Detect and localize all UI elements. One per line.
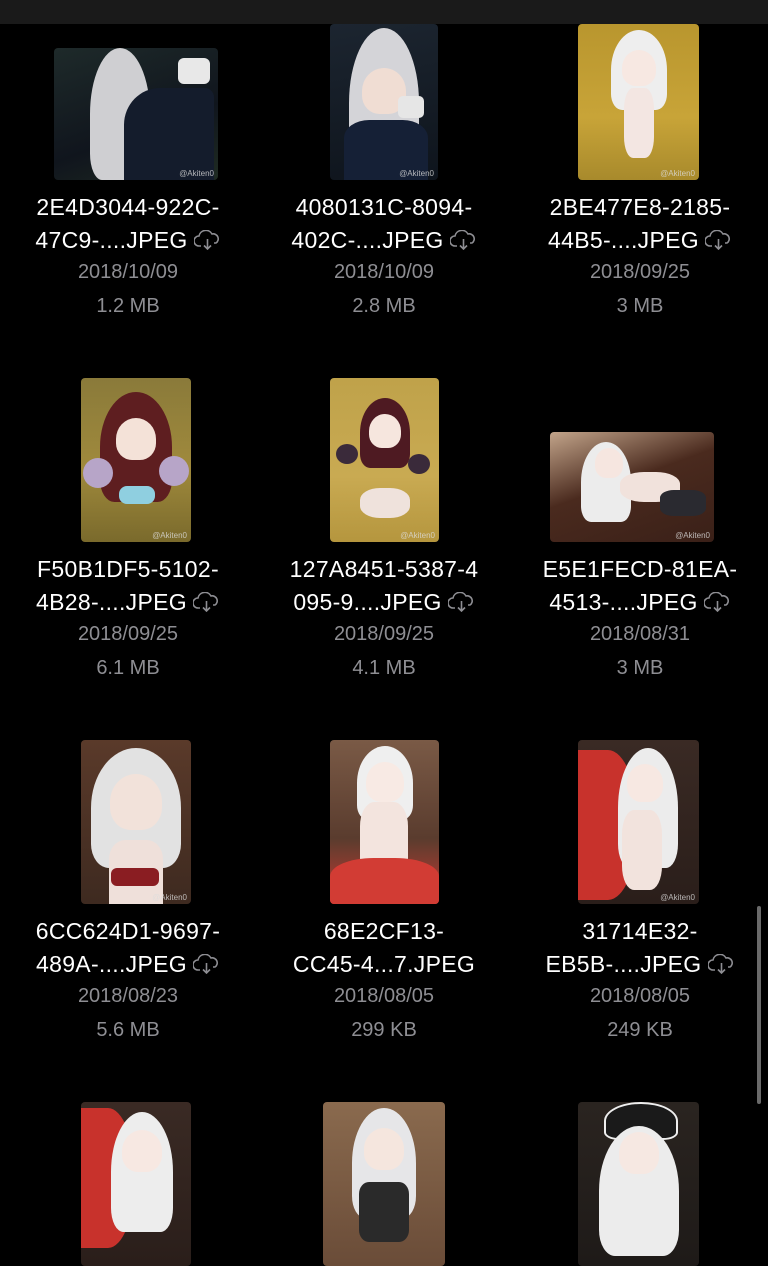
watermark-text: @Akiten0	[152, 893, 187, 902]
file-thumbnail[interactable]: @Akiten0	[81, 740, 191, 904]
watermark-text: @Akiten0	[399, 169, 434, 178]
file-name: 31714E32- EB5B-....JPEG	[512, 915, 768, 981]
file-item[interactable]: @Akiten0 2BE477E8-2185- 44B5-....JPEG 20…	[512, 0, 768, 340]
file-thumbnail[interactable]: @Akiten0	[330, 378, 439, 542]
file-name: 68E2CF13- CC45-4...7.JPEG	[292, 918, 476, 977]
file-name: 2BE477E8-2185- 44B5-....JPEG	[548, 194, 732, 253]
file-size: 3 MB	[616, 657, 664, 679]
watermark-text: @Akiten0	[675, 531, 710, 540]
cloud-download-icon[interactable]	[192, 592, 220, 612]
file-thumbnail[interactable]	[81, 1102, 191, 1266]
file-thumbnail[interactable]: @Akiten0	[550, 432, 714, 542]
file-grid: @Akiten0 2E4D3044-922C- 47C9-....JPEG 20…	[0, 0, 768, 1266]
file-name: 2E4D3044-922C- 47C9-....JPEG	[35, 194, 221, 253]
file-item[interactable]: @Akiten0 E5E1FECD-81EA- 4513-....JPEG 20…	[512, 362, 768, 702]
file-size: 5.6 MB	[96, 1019, 160, 1041]
file-date: 2018/10/09	[77, 261, 179, 283]
file-size: 3 MB	[616, 295, 664, 317]
cloud-download-icon[interactable]	[193, 230, 221, 250]
watermark-text: @Akiten0	[400, 531, 435, 540]
file-item[interactable]: @Akiten0 31714E32- EB5B-....JPEG 2018/08…	[512, 724, 768, 1064]
cloud-download-icon[interactable]	[447, 592, 475, 612]
cloud-download-icon[interactable]	[707, 954, 735, 974]
file-date: 2018/08/05	[589, 985, 691, 1007]
file-size: 6.1 MB	[96, 657, 160, 679]
watermark-text: @Akiten0	[152, 531, 187, 540]
file-date: 2018/08/23	[77, 985, 179, 1007]
cloud-download-icon[interactable]	[192, 954, 220, 974]
file-name: E5E1FECD-81EA- 4513-....JPEG	[542, 556, 738, 615]
file-item[interactable]	[512, 1086, 768, 1266]
file-thumbnail[interactable]: @Akiten0	[578, 740, 699, 904]
file-thumbnail[interactable]: @Akiten0	[578, 24, 699, 180]
file-date: 2018/08/05	[333, 985, 435, 1007]
file-date: 2018/09/25	[333, 623, 435, 645]
file-date: 2018/10/09	[333, 261, 435, 283]
file-thumbnail[interactable]: @Akiten0	[81, 378, 191, 542]
file-size: 4.1 MB	[352, 657, 416, 679]
cloud-download-icon[interactable]	[449, 230, 477, 250]
scrollbar[interactable]	[757, 906, 761, 1104]
file-size: 299 KB	[351, 1019, 417, 1041]
file-thumbnail[interactable]	[578, 1102, 699, 1266]
file-item[interactable]: @Akiten0 2E4D3044-922C- 47C9-....JPEG 20…	[0, 0, 256, 340]
file-thumbnail[interactable]: @Akiten0	[330, 24, 438, 180]
file-date: 2018/08/31	[589, 623, 691, 645]
file-thumbnail[interactable]	[330, 740, 439, 904]
file-item[interactable]: @Akiten0 4080131C-8094- 402C-....JPEG 20…	[256, 0, 512, 340]
file-thumbnail[interactable]	[323, 1102, 445, 1266]
file-size: 1.2 MB	[96, 295, 160, 317]
file-item[interactable]: @Akiten0 127A8451-5387-4 095-9....JPEG 2…	[256, 362, 512, 702]
watermark-text: @Akiten0	[660, 893, 695, 902]
file-item[interactable]: 68E2CF13- CC45-4...7.JPEG 2018/08/05 299…	[256, 724, 512, 1064]
file-date: 2018/09/25	[77, 623, 179, 645]
watermark-text: @Akiten0	[660, 169, 695, 178]
file-size: 249 KB	[607, 1019, 673, 1041]
file-date: 2018/09/25	[589, 261, 691, 283]
file-name: 127A8451-5387-4 095-9....JPEG	[289, 556, 479, 615]
file-name: F50B1DF5-5102- 4B28-....JPEG	[36, 556, 220, 615]
cloud-download-icon[interactable]	[703, 592, 731, 612]
file-thumbnail[interactable]: @Akiten0	[54, 48, 218, 180]
file-item[interactable]	[0, 1086, 256, 1266]
file-size: 2.8 MB	[352, 295, 416, 317]
file-item[interactable]: @Akiten0 F50B1DF5-5102- 4B28-....JPEG 20…	[0, 362, 256, 702]
file-item[interactable]	[256, 1086, 512, 1266]
file-item[interactable]: @Akiten0 6CC624D1-9697- 489A-....JPEG 20…	[0, 724, 256, 1064]
watermark-text: @Akiten0	[179, 169, 214, 178]
cloud-download-icon[interactable]	[704, 230, 732, 250]
file-name: 4080131C-8094- 402C-....JPEG	[256, 191, 512, 257]
file-name: 6CC624D1-9697- 489A-....JPEG	[35, 918, 221, 977]
